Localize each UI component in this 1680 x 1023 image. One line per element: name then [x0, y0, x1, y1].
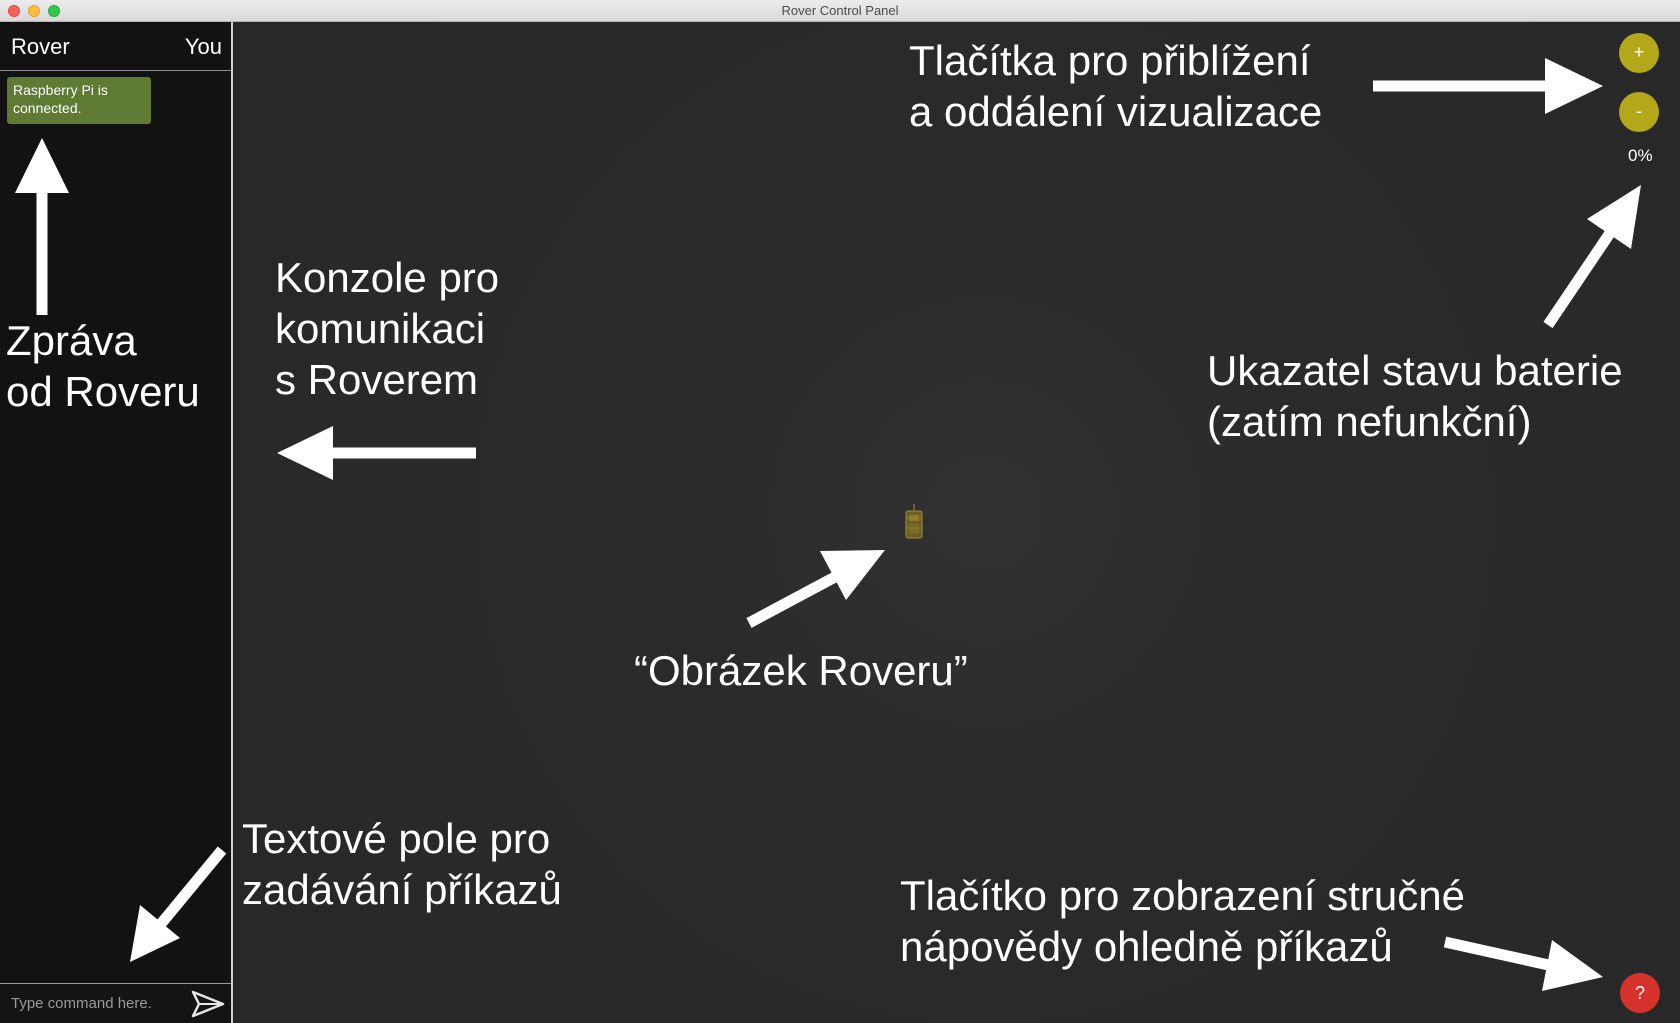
- annotation-command-field: Textové pole pro zadávání příkazů: [242, 815, 562, 913]
- app-window: Rover Control Panel Rover You Raspberry …: [0, 0, 1680, 1023]
- help-button[interactable]: ?: [1620, 973, 1660, 1013]
- paper-plane-icon: [191, 990, 225, 1018]
- annotation-battery: Ukazatel stavu baterie (zatím nefunkční): [1207, 347, 1623, 445]
- annotation-message-from-rover: Zpráva od Roveru: [6, 317, 200, 415]
- console-panel: Rover You Raspberry Pi is connected.: [0, 22, 233, 1023]
- console-header-you: You: [184, 34, 222, 59]
- rover-message: Raspberry Pi is connected.: [7, 77, 151, 124]
- title-bar: Rover Control Panel: [0, 0, 1680, 22]
- battery-indicator: 0%: [1628, 146, 1653, 165]
- window-title: Rover Control Panel: [781, 3, 899, 18]
- annotation-zoom-buttons: Tlačítka pro přiblížení a oddálení vizua…: [909, 37, 1323, 135]
- annotation-rover-image: “Obrázek Roveru”: [634, 647, 968, 694]
- command-bar: [0, 983, 231, 1023]
- send-button[interactable]: [191, 990, 225, 1018]
- annotation-console: Konzole pro komunikaci s Roverem: [275, 254, 500, 403]
- console-header-rover: Rover: [11, 34, 70, 59]
- zoom-out-button[interactable]: -: [1619, 92, 1659, 132]
- rover-image: [905, 504, 923, 539]
- console-header: Rover You: [0, 22, 231, 71]
- annotation-help-button: Tlačítko pro zobrazení stručné nápovědy …: [900, 872, 1465, 970]
- command-input[interactable]: [0, 984, 190, 1023]
- zoom-in-button[interactable]: +: [1619, 33, 1659, 73]
